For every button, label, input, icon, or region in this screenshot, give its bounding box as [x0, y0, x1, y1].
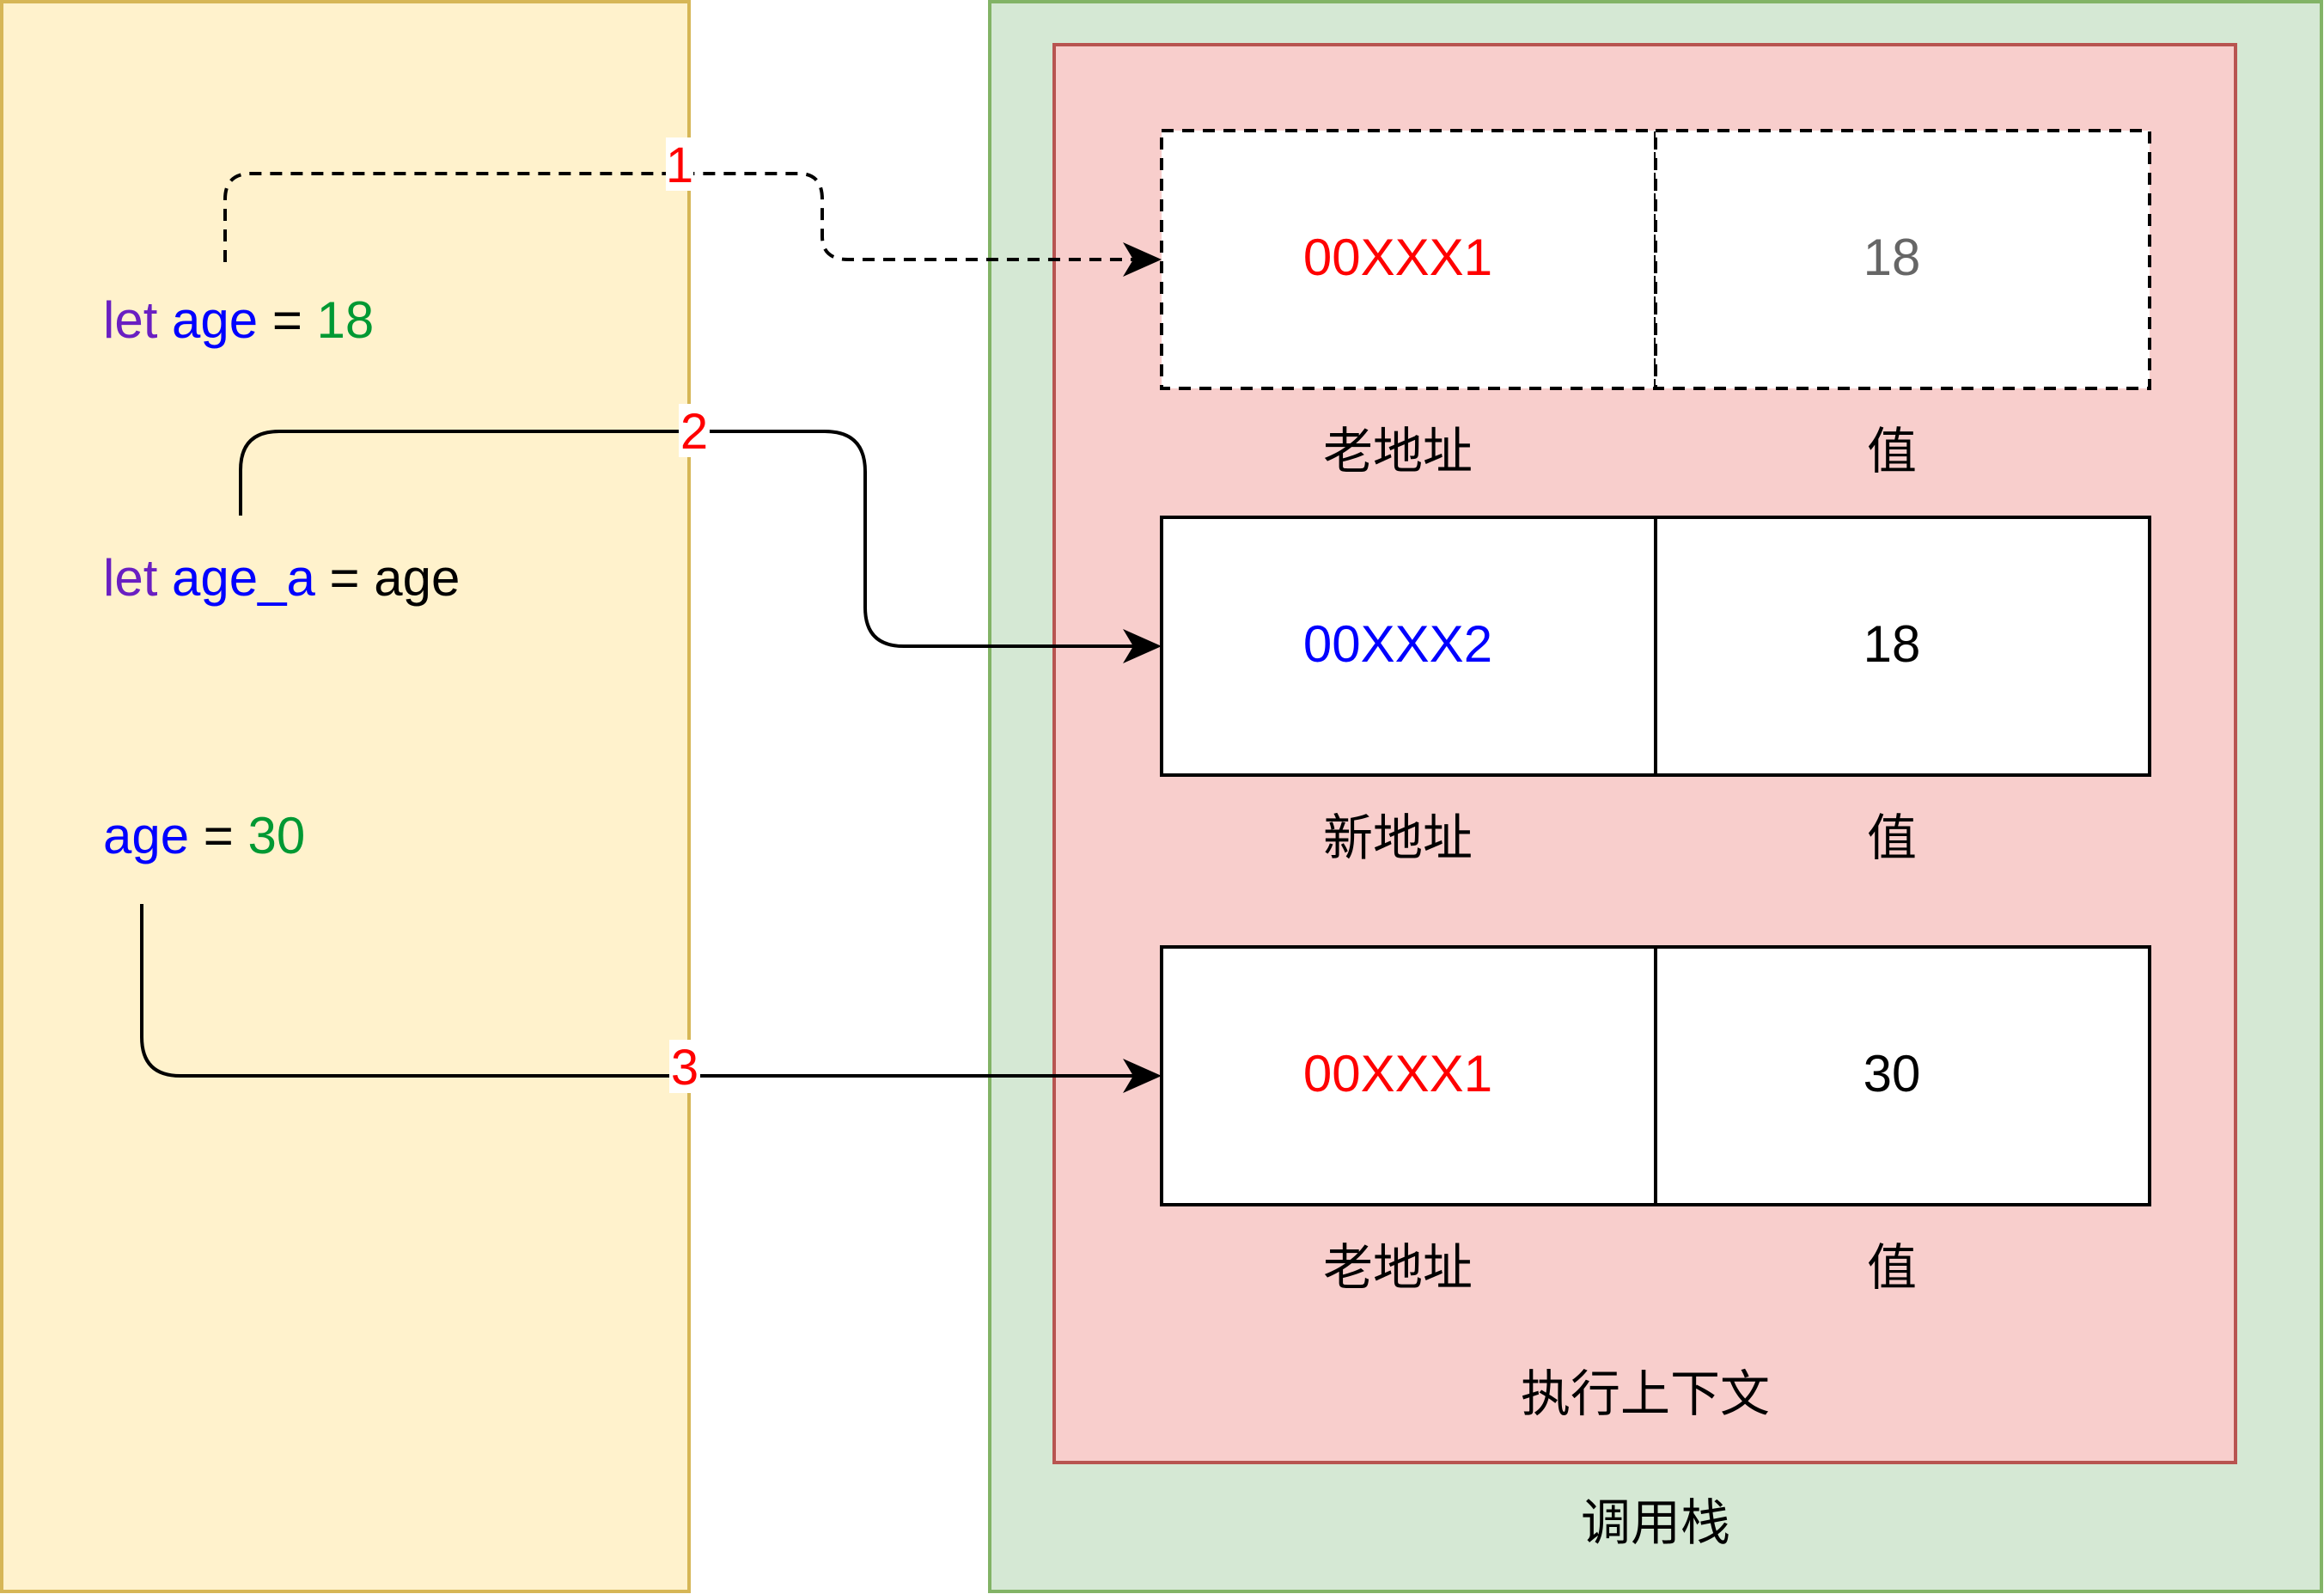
entry-1-value-label: 值	[1867, 422, 1917, 480]
entry-1-address: 00XXX1	[1303, 229, 1492, 286]
entry-3-address-label: 老地址	[1323, 1238, 1473, 1297]
entry-1-value: 18	[1863, 229, 1921, 286]
code-line-3: age = 30	[103, 807, 305, 864]
code-token: age	[374, 549, 460, 607]
entry-3-address: 00XXX1	[1303, 1045, 1492, 1102]
diagram-canvas: 00XXX1 18 老地址 值 00XXX2 18 新地址 值 00XXX1 3…	[0, 0, 2323, 1593]
code-token: age_a	[157, 549, 315, 607]
entry-2-address-label: 新地址	[1323, 809, 1473, 867]
code-token: age	[103, 807, 189, 864]
code-panel	[0, 0, 691, 1593]
entry-1-address-label: 老地址	[1323, 422, 1473, 480]
step-3-label: 3	[671, 1040, 698, 1096]
entry-2-address: 00XXX2	[1303, 615, 1492, 673]
code-token: 18	[317, 291, 375, 349]
execution-context-label: 执行上下文	[1521, 1365, 1770, 1423]
step-2-label: 2	[680, 404, 708, 460]
step-1-label: 1	[666, 137, 693, 193]
code-token: =	[315, 549, 374, 607]
entry-2-value: 18	[1863, 615, 1921, 673]
code-token: age	[157, 291, 258, 349]
code-line-1: let age = 18	[103, 291, 374, 349]
code-token: =	[258, 291, 316, 349]
entry-2-value-label: 值	[1867, 809, 1917, 867]
code-token: let	[103, 549, 158, 607]
code-line-2: let age_a = age	[103, 549, 460, 607]
entry-3-value: 30	[1863, 1045, 1921, 1102]
call-stack-label: 调用栈	[1581, 1493, 1730, 1552]
code-token: let	[103, 291, 158, 349]
code-token: 30	[248, 807, 306, 864]
code-token: =	[189, 807, 247, 864]
entry-3-value-label: 值	[1867, 1238, 1917, 1297]
